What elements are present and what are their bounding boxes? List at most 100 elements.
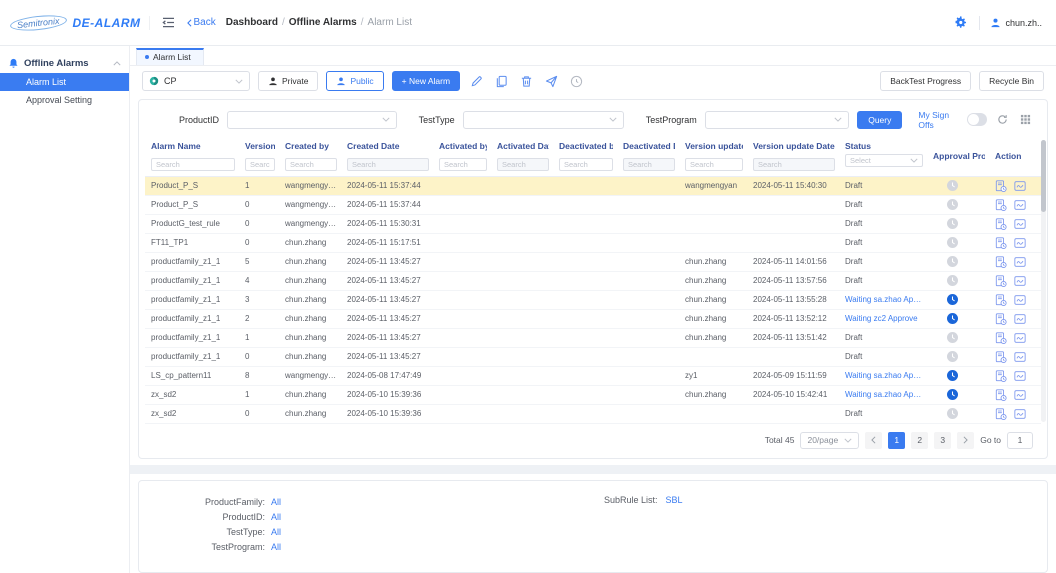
tab-alarm-list[interactable]: Alarm List — [136, 48, 204, 65]
backtest-log-icon[interactable] — [995, 180, 1007, 192]
backtest-log-icon[interactable] — [995, 275, 1007, 287]
trend-chart-icon[interactable] — [1014, 180, 1026, 192]
backtest-log-icon[interactable] — [995, 332, 1007, 344]
back-button[interactable]: Back — [187, 17, 216, 28]
table-row[interactable]: Product_P_S1wangmengyan2024-05-11 15:37:… — [145, 177, 1041, 196]
gear-icon[interactable] — [952, 16, 969, 29]
page-button-1[interactable]: 1 — [888, 432, 905, 449]
trend-chart-icon[interactable] — [1014, 370, 1026, 382]
scrollbar-thumb[interactable] — [1041, 140, 1046, 212]
column-settings-icon[interactable] — [1018, 114, 1033, 125]
per-page-select[interactable]: 20/page — [800, 432, 859, 449]
next-page-button[interactable] — [957, 432, 974, 449]
backtest-log-icon[interactable] — [995, 313, 1007, 325]
table-row[interactable]: productfamily_z1_14chun.zhang2024-05-11 … — [145, 272, 1041, 291]
pending-approval-icon[interactable] — [947, 180, 958, 191]
pending-approval-icon[interactable] — [947, 389, 958, 400]
table-row[interactable]: productfamily_z1_10chun.zhang2024-05-11 … — [145, 348, 1041, 367]
trend-chart-icon[interactable] — [1014, 218, 1026, 230]
my-sign-offs-toggle[interactable] — [967, 113, 987, 126]
search-input-name[interactable] — [151, 158, 235, 171]
send-icon[interactable] — [543, 75, 560, 88]
backtest-log-icon[interactable] — [995, 408, 1007, 420]
pending-approval-icon[interactable] — [947, 294, 958, 305]
breadcrumb-item[interactable]: Dashboard — [226, 17, 278, 28]
scope-select[interactable]: CP — [142, 71, 250, 91]
private-button[interactable]: Private — [258, 71, 318, 91]
status-filter-select[interactable]: Select — [845, 154, 923, 167]
pending-approval-icon[interactable] — [947, 332, 958, 343]
pending-approval-icon[interactable] — [947, 370, 958, 381]
pending-approval-icon[interactable] — [947, 218, 958, 229]
collapse-menu-icon[interactable] — [160, 17, 177, 28]
backtest-log-icon[interactable] — [995, 294, 1007, 306]
page-button-3[interactable]: 3 — [934, 432, 951, 449]
trend-chart-icon[interactable] — [1014, 199, 1026, 211]
table-row[interactable]: zx_sd21chun.zhang2024-05-10 15:39:36chun… — [145, 386, 1041, 405]
page-button-2[interactable]: 2 — [911, 432, 928, 449]
backtest-log-icon[interactable] — [995, 218, 1007, 230]
cell-status[interactable]: Waiting sa.zhao Appro.. — [839, 295, 927, 304]
pending-approval-icon[interactable] — [947, 351, 958, 362]
detail-value-testprogram[interactable]: All — [271, 540, 281, 555]
pending-approval-icon[interactable] — [947, 275, 958, 286]
search-input-deactivated_date[interactable] — [623, 158, 675, 171]
pending-approval-icon[interactable] — [947, 256, 958, 267]
backtest-log-icon[interactable] — [995, 256, 1007, 268]
detail-value-testtype[interactable]: All — [271, 525, 281, 540]
pending-approval-icon[interactable] — [947, 237, 958, 248]
trend-chart-icon[interactable] — [1014, 294, 1026, 306]
pending-approval-icon[interactable] — [947, 408, 958, 419]
backtest-log-icon[interactable] — [995, 370, 1007, 382]
test-type-select[interactable] — [463, 111, 624, 129]
product-id-select[interactable] — [227, 111, 397, 129]
public-button[interactable]: Public — [326, 71, 383, 91]
backtest-log-icon[interactable] — [995, 389, 1007, 401]
table-row[interactable]: productfamily_z1_15chun.zhang2024-05-11 … — [145, 253, 1041, 272]
backtest-progress-button[interactable]: BackTest Progress — [880, 71, 971, 91]
backtest-log-icon[interactable] — [995, 351, 1007, 363]
search-input-created_date[interactable] — [347, 158, 429, 171]
table-row[interactable]: zx_sd20chun.zhang2024-05-10 15:39:36Draf… — [145, 405, 1041, 424]
backtest-log-icon[interactable] — [995, 237, 1007, 249]
search-input-activated_date[interactable] — [497, 158, 549, 171]
table-row[interactable]: ProductG_test_rule0wangmengyan2024-05-11… — [145, 215, 1041, 234]
trend-chart-icon[interactable] — [1014, 313, 1026, 325]
detail-value-productid[interactable]: All — [271, 510, 281, 525]
search-input-vupdate_by[interactable] — [685, 158, 743, 171]
test-program-select[interactable] — [705, 111, 849, 129]
detail-value-productfamily[interactable]: All — [271, 495, 281, 510]
table-row[interactable]: FT11_TP10chun.zhang2024-05-11 15:17:51Dr… — [145, 234, 1041, 253]
cell-status[interactable]: Waiting sa.zhao Appro.. — [839, 371, 927, 380]
new-alarm-button[interactable]: + New Alarm — [392, 71, 460, 91]
sidebar-group-offline-alarms[interactable]: Offline Alarms — [0, 54, 129, 73]
subrule-list-value[interactable]: SBL — [666, 495, 683, 505]
table-row[interactable]: productfamily_z1_12chun.zhang2024-05-11 … — [145, 310, 1041, 329]
sidebar-item-approval-setting[interactable]: Approval Setting — [0, 91, 129, 109]
table-row[interactable]: LS_cp_pattern118wangmengyan2024-05-08 17… — [145, 367, 1041, 386]
edit-icon[interactable] — [468, 75, 485, 88]
pending-approval-icon[interactable] — [947, 199, 958, 210]
delete-icon[interactable] — [518, 75, 535, 88]
search-input-created_by[interactable] — [285, 158, 337, 171]
trend-chart-icon[interactable] — [1014, 408, 1026, 420]
trend-chart-icon[interactable] — [1014, 256, 1026, 268]
backtest-log-icon[interactable] — [995, 199, 1007, 211]
cell-status[interactable]: Waiting sa.zhao Appro.. — [839, 390, 927, 399]
pending-approval-icon[interactable] — [947, 313, 958, 324]
refresh-icon[interactable] — [995, 114, 1010, 125]
sidebar-item-alarm-list[interactable]: Alarm List — [0, 73, 129, 91]
trend-chart-icon[interactable] — [1014, 351, 1026, 363]
trend-chart-icon[interactable] — [1014, 332, 1026, 344]
search-input-version[interactable] — [245, 158, 275, 171]
query-button[interactable]: Query — [857, 111, 902, 129]
goto-page-input[interactable] — [1007, 432, 1033, 449]
recycle-bin-button[interactable]: Recycle Bin — [979, 71, 1044, 91]
search-input-deactivated_by[interactable] — [559, 158, 613, 171]
search-input-activated_by[interactable] — [439, 158, 487, 171]
trend-chart-icon[interactable] — [1014, 237, 1026, 249]
copy-icon[interactable] — [493, 75, 510, 88]
cell-status[interactable]: Waiting zc2 Approve — [839, 314, 927, 323]
table-scrollbar[interactable] — [1041, 140, 1046, 422]
history-icon[interactable] — [568, 75, 585, 88]
